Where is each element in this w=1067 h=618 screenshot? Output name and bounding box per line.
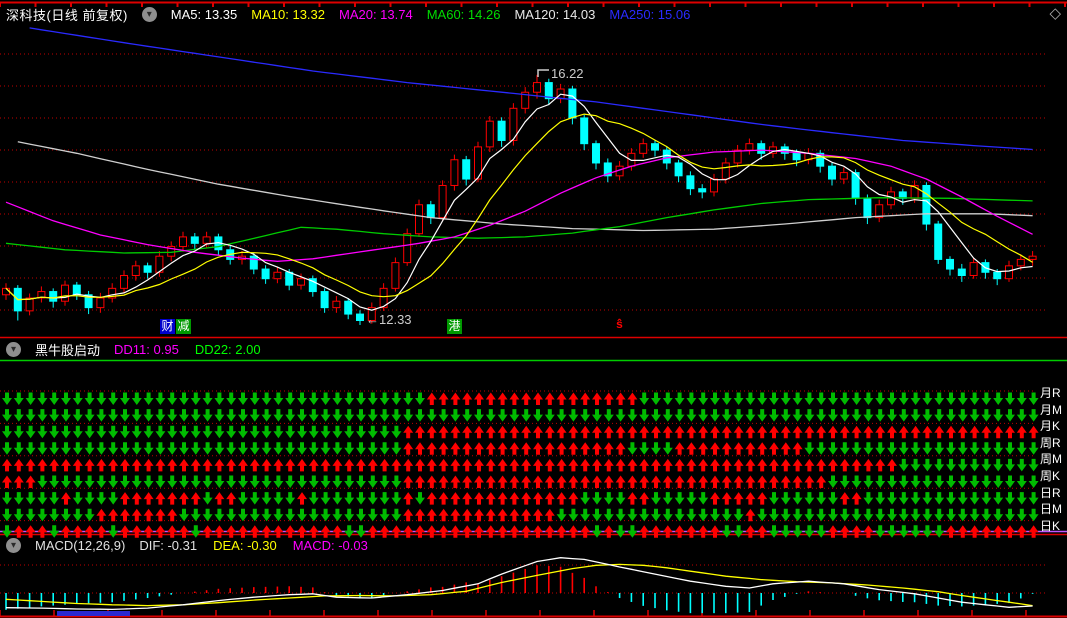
indicator1-name: 黑牛股启动 — [35, 343, 101, 358]
macd-field-DIF: DIF: -0.31 — [139, 538, 198, 553]
ma-legend: MA5: 13.35 MA10: 13.32 MA20: 13.74 MA60: 14… — [171, 7, 691, 22]
signal-row-label-7: 日M — [1040, 502, 1062, 517]
event-marker-3[interactable]: ŝ — [612, 317, 627, 332]
title-bar: 深科技(日线 前复权) ▾ MA5: 13.35 MA10: 13.32 MA20:… — [6, 5, 690, 24]
stock-title: 深科技(日线 前复权) — [6, 8, 128, 23]
indicator1-field-DD11: DD11: 0.95 — [114, 342, 179, 357]
ma-legend-item-MA60: MA60: 14.26 — [426, 7, 501, 22]
indicator1-values: DD11: 0.95 DD22: 2.00 — [114, 342, 261, 357]
macd-values: DIF: -0.31 DEA: -0.30 MACD: -0.03 — [139, 538, 368, 553]
trading-app-window: 深科技(日线 前复权) ▾ MA5: 13.35 MA10: 13.32 MA20:… — [0, 0, 1067, 618]
signal-row-label-5: 周K — [1040, 469, 1061, 483]
ma-legend-item-MA120: MA120: 14.03 — [514, 7, 596, 22]
signal-row-label-0: 月R — [1040, 386, 1061, 400]
ma-legend-item-MA10: MA10: 13.32 — [251, 7, 325, 22]
macd-chart — [0, 557, 1045, 614]
macd-name: MACD(12,26,9) — [35, 538, 126, 553]
indicator1-header: ▾ 黑牛股启动 DD11: 0.95 DD22: 2.00 — [6, 340, 261, 359]
chart-graphics[interactable] — [0, 0, 1067, 618]
event-marker-0[interactable]: 财 — [160, 319, 175, 334]
chevron-down-icon: ▾ — [146, 8, 152, 20]
signal-row-label-6: 日R — [1040, 485, 1061, 500]
main-chart — [0, 27, 1045, 325]
ma-line-MA250 — [29, 27, 1033, 151]
signal-row-label-3: 周R — [1040, 435, 1061, 450]
event-marker-2[interactable]: 港 — [447, 319, 462, 334]
collapse-macd-button[interactable]: ▾ — [6, 538, 21, 553]
macd-field-DEA: DEA: -0.30 — [213, 538, 277, 553]
low-price-annotation: ←12.33 — [366, 312, 412, 327]
macd-field-MACD: MACD: -0.03 — [292, 538, 368, 553]
candles-layer — [2, 74, 1037, 325]
ma-line-MA5 — [5, 93, 1033, 311]
chevron-down-icon: ▾ — [10, 343, 17, 355]
signal-row-label-1: 月M — [1040, 402, 1062, 417]
ma-legend-item-MA250: MA250: 15.06 — [609, 7, 691, 22]
collapse-indicator1-button[interactable]: ▾ — [6, 342, 21, 357]
signal-row-label-8: 日K — [1040, 518, 1061, 533]
scrollbar-thumb[interactable] — [57, 611, 130, 616]
indicator1-field-DD22: DD22: 2.00 — [194, 342, 261, 357]
macd-header: ▾ MACD(12,26,9) DIF: -0.31 DEA: -0.30 MACD… — [6, 538, 368, 553]
collapse-main-button[interactable]: ▾ — [141, 7, 157, 22]
dif-line — [5, 557, 1033, 611]
ma-legend-item-MA20: MA20: 13.74 — [339, 7, 413, 22]
diamond-icon[interactable]: ◇ — [1049, 4, 1061, 22]
high-marker-hook — [537, 69, 549, 77]
signal-grid — [0, 390, 1039, 538]
signal-row-label-4: 周M — [1040, 452, 1062, 467]
ma-legend-item-MA5: MA5: 13.35 — [170, 7, 238, 22]
signal-row-label-2: 月K — [1040, 419, 1061, 434]
event-marker-1[interactable]: 减 — [176, 319, 191, 334]
high-price-annotation: 16.22 — [551, 66, 584, 81]
chevron-down-icon: ▾ — [10, 539, 17, 551]
